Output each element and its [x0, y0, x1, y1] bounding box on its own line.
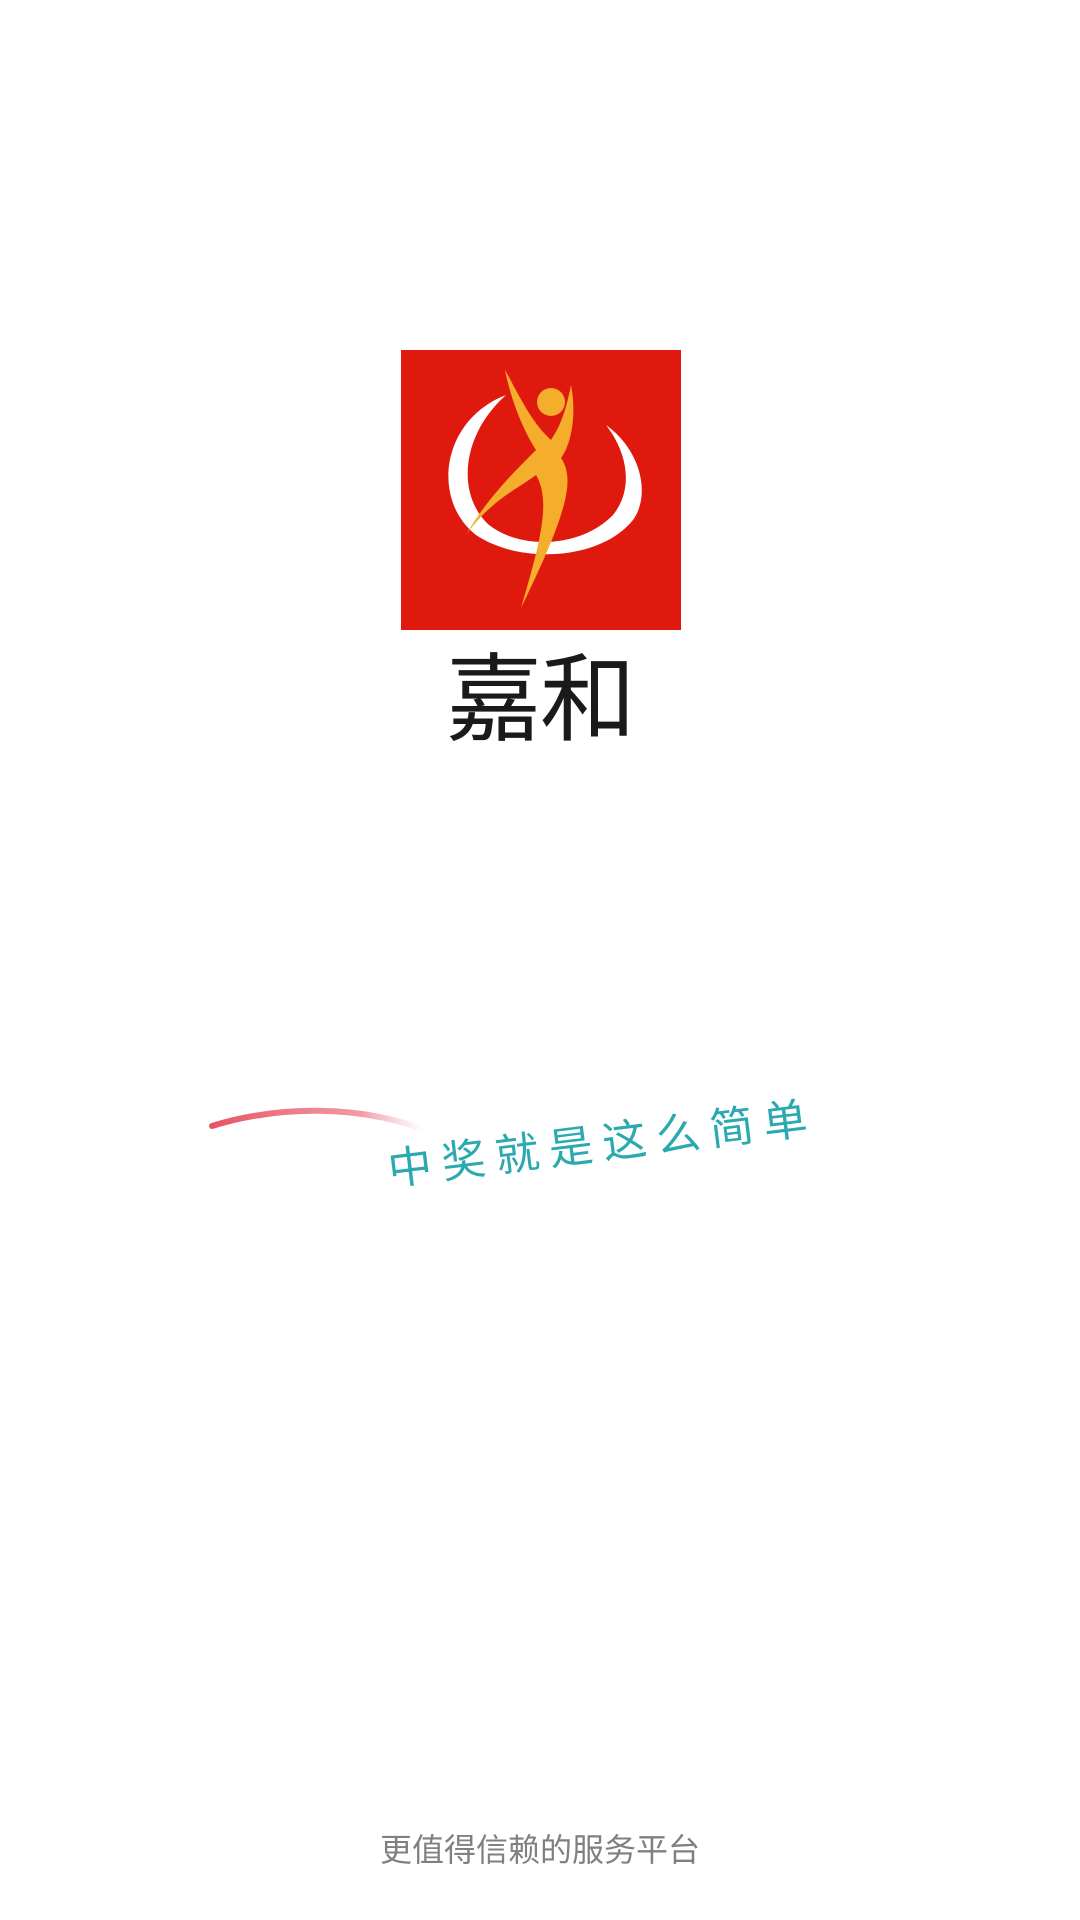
jiahe-logo-icon — [401, 350, 681, 630]
app-name: 嘉和 — [446, 644, 636, 756]
slogan-graphic: 中奖就是这么简单 — [200, 1070, 860, 1230]
footer-tagline: 更值得信赖的服务平台 — [379, 1831, 700, 1869]
app-logo — [401, 350, 681, 630]
slogan-text: 中奖就是这么简单 — [385, 1093, 820, 1196]
splash-screen: 嘉和 中奖就是这么简单 更值得信赖的服务平台 — [0, 0, 1080, 1920]
swoosh-stroke — [209, 1107, 428, 1133]
